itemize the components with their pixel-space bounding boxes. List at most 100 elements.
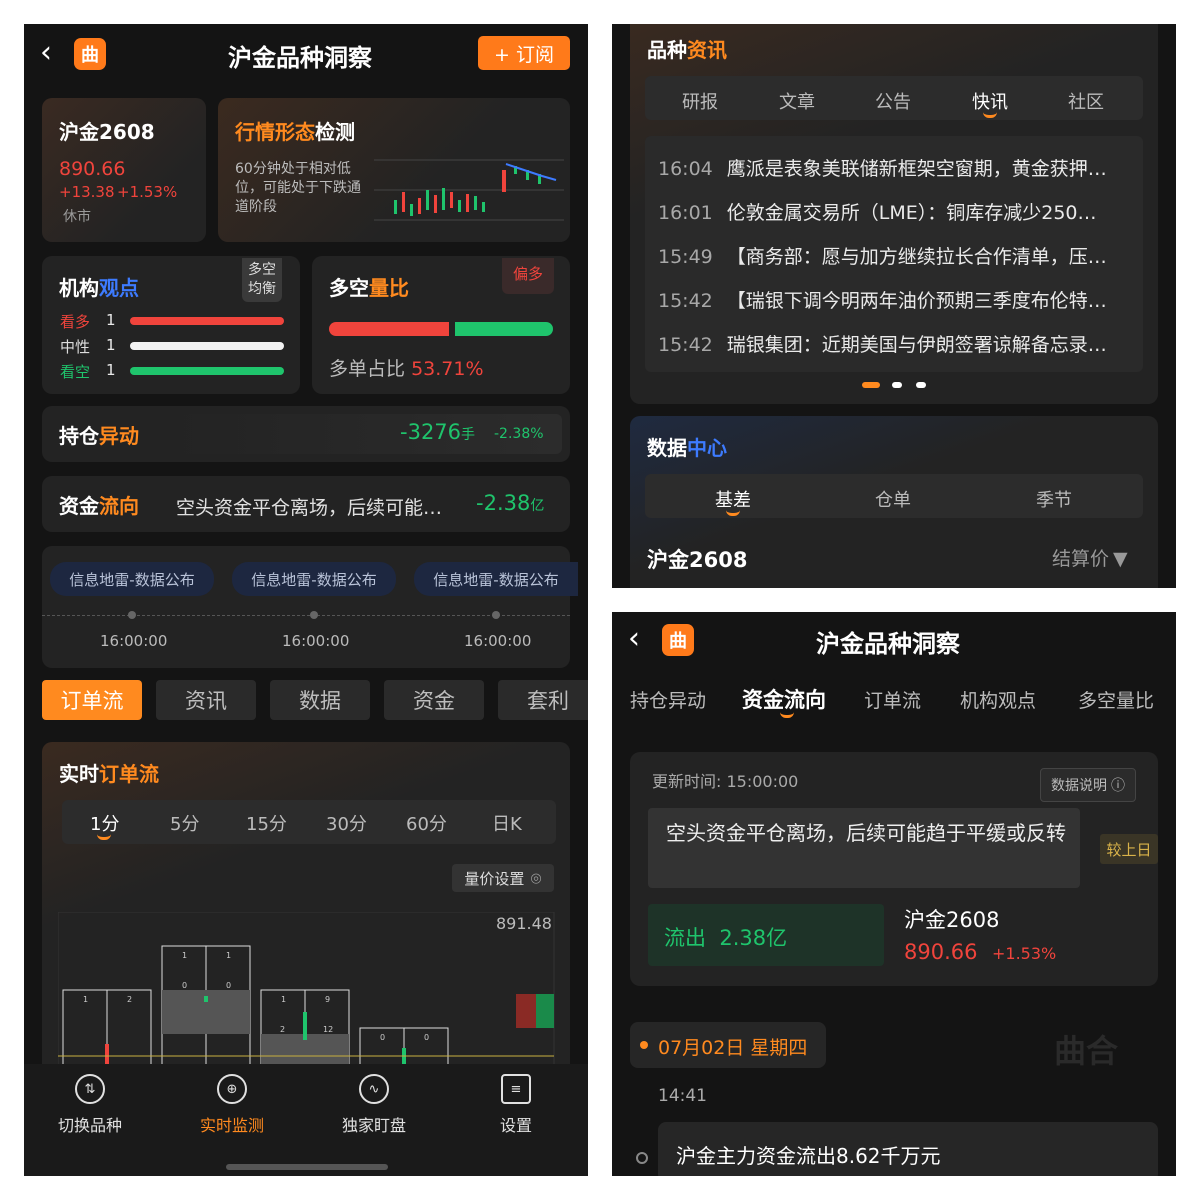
svg-text:1: 1 xyxy=(281,995,286,1004)
svg-text:2: 2 xyxy=(127,995,132,1004)
app-logo-icon: 曲 xyxy=(662,624,694,656)
period-1m[interactable]: 1分 xyxy=(90,810,119,836)
fund-flow-summary-card: 更新时间: 15:00:00 数据说明 ⓘ 空头资金平仓离场，后续可能趋于平缓或反… xyxy=(630,752,1158,986)
price-type-select[interactable]: 结算价 ▼ xyxy=(1052,544,1128,571)
back-icon[interactable]: ‹ xyxy=(628,624,640,654)
timeline-dot xyxy=(310,611,318,619)
tab-orderflow[interactable]: 订单流 xyxy=(864,686,921,713)
tab-position-change[interactable]: 持仓异动 xyxy=(630,686,706,713)
position-pct: -2.38% xyxy=(494,426,544,442)
svg-text:1: 1 xyxy=(83,995,88,1004)
nav-realtime-monitor[interactable]: ⊕ 实时监测 xyxy=(200,1074,264,1136)
pulse-icon: ∿ xyxy=(359,1074,389,1104)
fund-flow-screen: ‹ 曲 沪金品种洞察 持仓异动 资金流向 订单流 机构观点 多空量比 更新时间:… xyxy=(612,612,1176,1176)
tab-fund[interactable]: 资金 xyxy=(384,680,484,720)
nav-exclusive-watch[interactable]: ∿ 独家盯盘 xyxy=(342,1074,406,1136)
event-tag[interactable]: 信息地雷-数据公布 xyxy=(50,562,214,596)
position-title: 持仓异动 xyxy=(59,424,139,448)
news-item[interactable]: 16:01 伦敦金属交易所（LME）：铜库存减少250… xyxy=(658,198,1097,225)
event-tag[interactable]: 信息地雷-数据公布 xyxy=(414,562,578,596)
period-selector xyxy=(62,800,556,844)
timeline-node-icon xyxy=(636,1152,648,1164)
news-item[interactable]: 15:42 【瑞银下调今明两年油价预期三季度布伦特… xyxy=(658,286,1107,313)
outflow: 流出 2.38亿 xyxy=(664,926,788,950)
inst-bar-long xyxy=(130,317,284,325)
update-time: 更新时间: 15:00:00 xyxy=(652,772,799,791)
page-dot[interactable] xyxy=(892,382,902,388)
inst-bar-short xyxy=(130,367,284,375)
tab-orderflow[interactable]: 订单流 xyxy=(42,680,142,720)
news-card: 品种资讯 研报 文章 公告 快讯 社区 16:04 鹰派是表象美联储新框架空窗期，… xyxy=(630,24,1158,404)
ratio-label: 多单占比 53.71% xyxy=(329,358,484,380)
datacenter-contract: 沪金2608 xyxy=(647,548,748,572)
svg-text:0: 0 xyxy=(182,981,187,990)
event-tag[interactable]: 信息地雷-数据公布 xyxy=(232,562,396,596)
ratio-value: 53.71% xyxy=(411,358,484,380)
news-tab-article[interactable]: 文章 xyxy=(779,88,815,114)
last-price: 890.66 xyxy=(59,158,126,180)
period-30m[interactable]: 30分 xyxy=(326,810,367,836)
page-dot[interactable] xyxy=(916,382,926,388)
orderflow-card: 实时订单流 1分 5分 15分 30分 60分 日K 量价设置◎ 891.48 xyxy=(42,742,570,1084)
event-timeline[interactable]: 信息地雷-数据公布 信息地雷-数据公布 信息地雷-数据公布 16:00:00 1… xyxy=(42,546,578,668)
crosshair-icon: ⊕ xyxy=(217,1074,247,1104)
datacenter-tab-season[interactable]: 季节 xyxy=(1036,486,1072,512)
news-title: 品种资讯 xyxy=(647,38,727,62)
flow-contract: 沪金2608 xyxy=(904,908,1000,932)
ratio-badge: 偏多 xyxy=(502,258,554,294)
datacenter-tab-basis[interactable]: 基差 xyxy=(715,486,751,512)
data-explain-button[interactable]: 数据说明 ⓘ xyxy=(1040,768,1136,802)
news-item[interactable]: 15:42 瑞银集团：近期美国与伊朗签署谅解备忘录… xyxy=(658,330,1107,357)
tab-data[interactable]: 数据 xyxy=(270,680,370,720)
position-value: -3276手 xyxy=(400,420,476,444)
price-change-pct: +1.53% xyxy=(117,183,178,201)
tab-long-short-ratio[interactable]: 多空量比 xyxy=(1078,686,1154,713)
flow-price: 890.66 xyxy=(904,940,978,964)
period-15m[interactable]: 15分 xyxy=(246,810,287,836)
subscribe-button[interactable]: + 订阅 xyxy=(478,36,570,70)
back-icon[interactable]: ‹ xyxy=(40,38,52,68)
pattern-desc: 60分钟处于相对低位，可能处于下跌通道阶段 xyxy=(235,161,361,215)
page-dot-active[interactable] xyxy=(862,382,880,388)
long-short-ratio-card[interactable]: 多空量比 偏多 多单占比 53.71% xyxy=(312,256,570,394)
tab-fund-flow[interactable]: 资金流向 xyxy=(742,684,826,714)
inst-label-neutral: 中性 xyxy=(60,338,91,356)
inst-bar-neutral xyxy=(130,342,284,350)
svg-text:0: 0 xyxy=(424,1033,429,1042)
news-item[interactable]: 15:49 【商务部：愿与加方继续拉长合作清单，压… xyxy=(658,242,1107,269)
period-5m[interactable]: 5分 xyxy=(170,810,199,836)
news-tab-community[interactable]: 社区 xyxy=(1068,88,1104,114)
timeline-time: 16:00:00 xyxy=(100,632,168,650)
price-volume-settings-button[interactable]: 量价设置 ◎ xyxy=(452,864,554,892)
news-tab-flash[interactable]: 快讯 xyxy=(972,88,1008,114)
quote-card[interactable]: 沪金2608 890.66 +13.38 +1.53% 休市 xyxy=(42,98,206,242)
tab-institution-view[interactable]: 机构观点 xyxy=(960,686,1036,713)
period-60m[interactable]: 60分 xyxy=(406,810,447,836)
news-tab-notice[interactable]: 公告 xyxy=(875,88,911,114)
datacenter-tab-warrant[interactable]: 仓单 xyxy=(875,486,911,512)
tab-arbitrage[interactable]: 套利 xyxy=(498,680,588,720)
datacenter-title: 数据中心 xyxy=(647,436,727,460)
timeline-time: 16:00:00 xyxy=(282,632,350,650)
inst-label-short: 看空 xyxy=(60,363,91,381)
svg-text:9: 9 xyxy=(325,995,330,1004)
orderflow-title: 实时订单流 xyxy=(59,762,159,786)
pattern-detect-card[interactable]: 行情形态检测 60分钟处于相对低位，可能处于下跌通道阶段 xyxy=(218,98,570,242)
position-change-card[interactable]: 持仓异动 -3276手 -2.38% xyxy=(42,406,570,462)
fund-flow-card[interactable]: 资金流向 空头资金平仓离场，后续可能… -2.38亿 xyxy=(42,476,570,532)
news-tab-research[interactable]: 研报 xyxy=(682,88,718,114)
period-daily[interactable]: 日K xyxy=(492,810,522,836)
fund-title: 资金流向 xyxy=(59,494,139,518)
news-item[interactable]: 16:04 鹰派是表象美联储新框架空窗期，黄金获押… xyxy=(658,154,1107,181)
svg-text:1: 1 xyxy=(182,951,187,960)
nav-switch-symbol[interactable]: ⇅ 切换品种 xyxy=(58,1074,122,1136)
price-change: +13.38 xyxy=(59,183,115,201)
nav-settings[interactable]: ≡ 设置 xyxy=(500,1074,532,1136)
inst-title: 机构观点 xyxy=(59,276,139,300)
tab-news[interactable]: 资讯 xyxy=(156,680,256,720)
event-time: 14:41 xyxy=(658,1086,707,1106)
institution-view-card[interactable]: 机构观点 多空 均衡 看多 1 中性 1 看空 1 xyxy=(42,256,300,394)
inst-badge: 多空 均衡 xyxy=(242,258,282,302)
help-icon: ⓘ xyxy=(1111,778,1125,794)
compare-badge: 较上日 xyxy=(1100,834,1158,864)
